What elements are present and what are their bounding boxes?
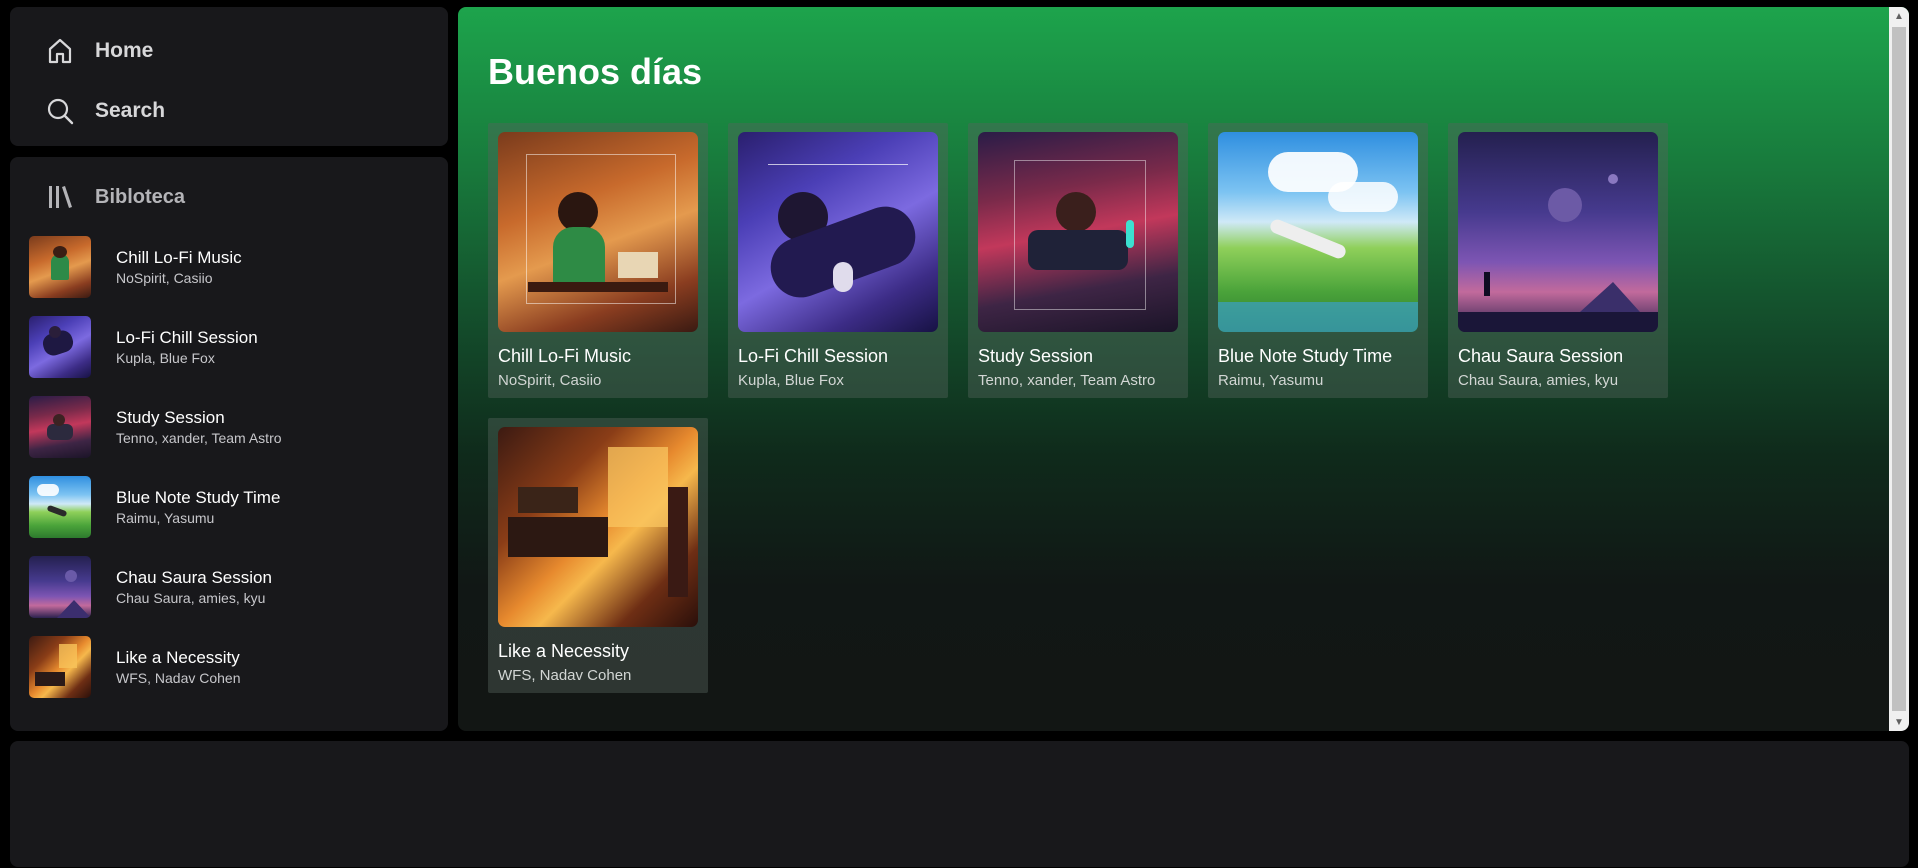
playlist-cover <box>498 132 698 332</box>
library-item-subtitle: Tenno, xander, Team Astro <box>116 430 282 446</box>
playlist-card-subtitle: Chau Saura, amies, kyu <box>1458 372 1619 389</box>
library-item-subtitle: WFS, Nadav Cohen <box>116 670 241 686</box>
page-title: Buenos días <box>488 51 703 92</box>
library-item-title: Like a Necessity <box>116 648 240 667</box>
scroll-up-arrow-icon[interactable]: ▲ <box>1889 7 1909 25</box>
library-item-title: Chill Lo-Fi Music <box>116 248 242 267</box>
playlist-card[interactable]: Chill Lo-Fi Music NoSpirit, Casiio <box>488 123 708 398</box>
playlist-card-title: Study Session <box>978 346 1094 366</box>
library-item-subtitle: Chau Saura, amies, kyu <box>116 590 266 606</box>
library-item-subtitle: Raimu, Yasumu <box>116 510 215 526</box>
library-item-subtitle: NoSpirit, Casiio <box>116 270 213 286</box>
library-icon <box>45 182 75 212</box>
library-item[interactable]: Study Session Tenno, xander, Team Astro <box>29 396 429 458</box>
playlist-cover <box>1218 132 1418 332</box>
main-content: Buenos días Chill Lo-Fi Music NoSpirit, … <box>458 7 1909 731</box>
library-item-title: Chau Saura Session <box>116 568 272 587</box>
nav-search-label: Search <box>95 99 166 122</box>
playlist-card-title: Chill Lo-Fi Music <box>498 346 632 366</box>
playlist-card[interactable]: Lo-Fi Chill Session Kupla, Blue Fox <box>728 123 948 398</box>
nav-panel: Home Search <box>10 7 448 146</box>
library-item[interactable]: Like a Necessity WFS, Nadav Cohen <box>29 636 429 698</box>
playlist-cover <box>978 132 1178 332</box>
library-item[interactable]: Chau Saura Session Chau Saura, amies, ky… <box>29 556 429 618</box>
playlist-card-title: Lo-Fi Chill Session <box>738 346 889 366</box>
library-panel: Bibloteca Chill Lo-Fi Music NoSpirit, Ca… <box>10 157 448 731</box>
nav-home[interactable]: Home <box>10 29 448 73</box>
library-item-title: Lo-Fi Chill Session <box>116 328 258 347</box>
playlist-card-title: Chau Saura Session <box>1458 346 1624 366</box>
library-item-title: Study Session <box>116 408 225 427</box>
playlist-thumbnail <box>29 556 91 618</box>
scroll-down-arrow-icon[interactable]: ▼ <box>1889 713 1909 731</box>
library-header[interactable]: Bibloteca <box>10 177 448 217</box>
home-icon <box>45 36 75 66</box>
playlist-card[interactable]: Like a Necessity WFS, Nadav Cohen <box>488 418 708 693</box>
library-item-subtitle: Kupla, Blue Fox <box>116 350 215 366</box>
playlist-cover <box>738 132 938 332</box>
library-list: Chill Lo-Fi Music NoSpirit, Casiio Lo-Fi… <box>29 236 429 716</box>
playlist-card-title: Like a Necessity <box>498 641 630 661</box>
nav-search[interactable]: Search <box>10 89 448 133</box>
playlist-card-subtitle: Kupla, Blue Fox <box>738 372 844 389</box>
main-scrollbar[interactable]: ▲ ▼ <box>1889 7 1909 731</box>
library-item[interactable]: Chill Lo-Fi Music NoSpirit, Casiio <box>29 236 429 298</box>
nav-home-label: Home <box>95 39 154 62</box>
search-icon <box>45 96 75 126</box>
scrollbar-thumb[interactable] <box>1892 27 1906 711</box>
library-title: Bibloteca <box>95 185 186 208</box>
playlist-thumbnail <box>29 316 91 378</box>
playlist-thumbnail <box>29 636 91 698</box>
playlist-thumbnail <box>29 476 91 538</box>
playlist-card-subtitle: Raimu, Yasumu <box>1218 372 1324 389</box>
playlist-cover <box>498 427 698 627</box>
playlist-thumbnail <box>29 236 91 298</box>
playlist-card[interactable]: Study Session Tenno, xander, Team Astro <box>968 123 1188 398</box>
playlist-card[interactable]: Chau Saura Session Chau Saura, amies, ky… <box>1448 123 1668 398</box>
library-item[interactable]: Lo-Fi Chill Session Kupla, Blue Fox <box>29 316 429 378</box>
playlist-card-subtitle: Tenno, xander, Team Astro <box>978 372 1156 389</box>
playlist-cover <box>1458 132 1658 332</box>
library-item-title: Blue Note Study Time <box>116 488 281 507</box>
playlist-card-subtitle: WFS, Nadav Cohen <box>498 667 632 684</box>
library-item[interactable]: Blue Note Study Time Raimu, Yasumu <box>29 476 429 538</box>
player-bar <box>10 741 1909 867</box>
playlist-card-subtitle: NoSpirit, Casiio <box>498 372 602 389</box>
playlist-card[interactable]: Blue Note Study Time Raimu, Yasumu <box>1208 123 1428 398</box>
playlist-thumbnail <box>29 396 91 458</box>
playlist-card-title: Blue Note Study Time <box>1218 346 1393 366</box>
